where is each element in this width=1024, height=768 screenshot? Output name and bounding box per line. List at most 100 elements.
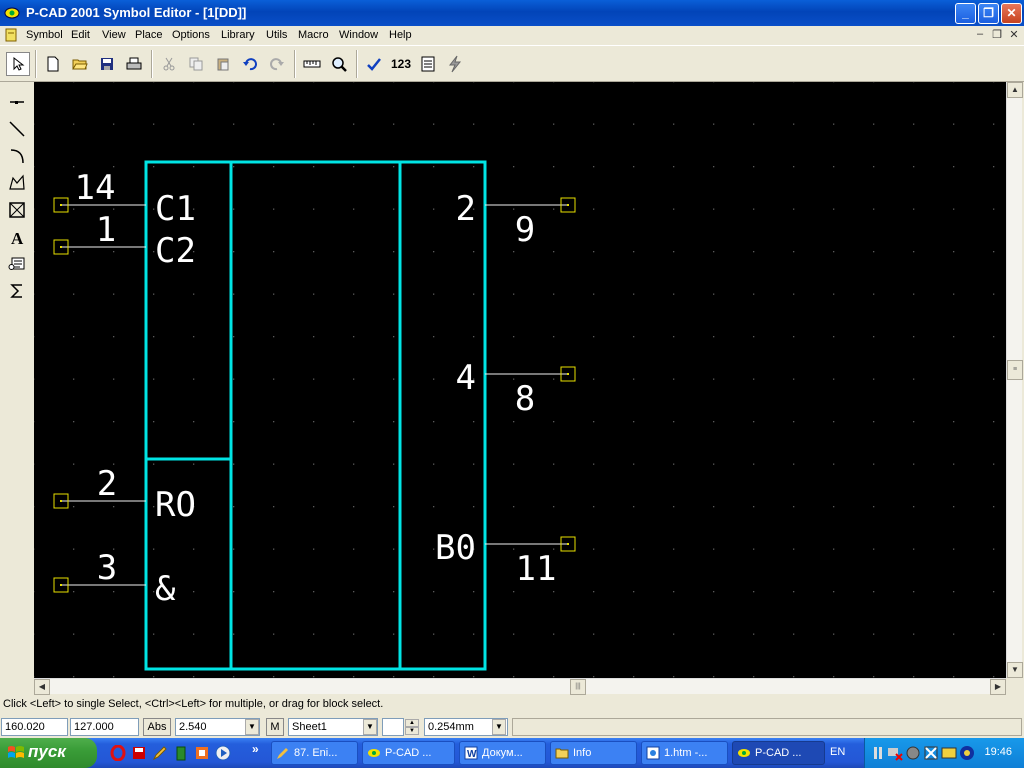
symbol-drawing: 14 1 2 3 C1 C2 RO & 2 4 B0 9 8 11 [34, 82, 1006, 678]
pin-label-ro: RO [155, 485, 196, 525]
pin-label-b0: B0 [435, 528, 476, 568]
minimize-button[interactable]: _ [955, 3, 976, 24]
scroll-up-icon[interactable]: ▲ [1007, 82, 1023, 98]
menu-edit[interactable]: Edit [71, 29, 90, 41]
measure-ruler-icon[interactable] [300, 52, 324, 76]
horizontal-scrollbar[interactable]: ◀ ||| ▶ [34, 678, 1006, 695]
menu-view[interactable]: View [102, 29, 126, 41]
place-arc-icon[interactable] [5, 144, 29, 168]
doc-minimize-button[interactable]: – [972, 28, 988, 42]
volume-icon[interactable] [905, 745, 921, 761]
menu-help[interactable]: Help [389, 29, 412, 41]
media-player-icon[interactable] [215, 745, 231, 761]
spin-down-icon[interactable]: ▼ [405, 727, 419, 735]
pin-numbers-button[interactable]: 123 [389, 52, 413, 76]
undo-icon[interactable] [238, 52, 262, 76]
print-icon[interactable] [122, 52, 146, 76]
place-line-icon[interactable] [5, 117, 29, 141]
menu-utils[interactable]: Utils [266, 29, 287, 41]
task-button-6-active[interactable]: P-CAD ... [732, 741, 825, 765]
language-indicator[interactable]: EN [830, 746, 845, 758]
place-polygon-icon[interactable] [5, 171, 29, 195]
menu-library[interactable]: Library [221, 29, 255, 41]
line-width-dropdown-arrow-icon[interactable]: ▼ [492, 719, 506, 735]
menu-place[interactable]: Place [135, 29, 163, 41]
horizontal-scroll-thumb[interactable]: ||| [570, 679, 586, 695]
place-attribute-icon[interactable] [5, 252, 29, 276]
new-file-icon[interactable] [41, 52, 65, 76]
paste-icon[interactable] [211, 52, 235, 76]
save-icon[interactable] [95, 52, 119, 76]
pin-number-8: 8 [515, 379, 535, 419]
drawing-canvas[interactable]: 14 1 2 3 C1 C2 RO & 2 4 B0 9 8 11 [34, 82, 1006, 678]
tray-app-icon-1[interactable] [923, 745, 939, 761]
pin-label-and: & [155, 569, 176, 609]
spin-up-icon[interactable]: ▲ [405, 719, 419, 727]
task-button-5[interactable]: 1.htm -... [641, 741, 728, 765]
restore-button[interactable]: ❐ [978, 3, 999, 24]
place-pin-icon[interactable] [5, 90, 29, 114]
menu-options[interactable]: Options [172, 29, 210, 41]
scroll-right-icon[interactable]: ▶ [990, 679, 1006, 695]
zoom-icon[interactable] [327, 52, 351, 76]
task-button-4[interactable]: Info [550, 741, 637, 765]
quicklaunch-more-icon[interactable]: » [252, 742, 259, 756]
layer-color-field[interactable] [382, 718, 404, 736]
place-field-icon[interactable] [5, 198, 29, 222]
vertical-scroll-thumb[interactable]: ≡ [1007, 360, 1023, 380]
place-text-icon[interactable]: A [5, 225, 29, 249]
windows-taskbar: пуск » 87. Eni... P-CAD ... W Докум... I… [0, 738, 1024, 768]
pin-number-1: 1 [96, 210, 116, 250]
cut-icon[interactable] [157, 52, 181, 76]
pin-label-c2: C2 [155, 231, 196, 271]
task-button-3[interactable]: W Докум... [459, 741, 546, 765]
task-button-1[interactable]: 87. Eni... [271, 741, 358, 765]
copy-icon[interactable] [184, 52, 208, 76]
battery-icon[interactable] [173, 745, 189, 761]
menu-window[interactable]: Window [339, 29, 378, 41]
menu-macro[interactable]: Macro [298, 29, 329, 41]
pin-label-c1: C1 [155, 189, 196, 229]
pin-label-4: 4 [456, 358, 476, 398]
pin-label-2: 2 [456, 189, 476, 229]
tray-app-icon-2[interactable] [941, 745, 957, 761]
pencil-icon[interactable] [152, 745, 168, 761]
lightning-icon[interactable] [443, 52, 467, 76]
x-coordinate-field[interactable]: 160.020 [1, 718, 68, 736]
metric-toggle-button[interactable]: M [266, 718, 284, 736]
scroll-left-icon[interactable]: ◀ [34, 679, 50, 695]
menu-bar: Symbol Edit View Place Options Library U… [0, 26, 1024, 45]
menu-symbol[interactable]: Symbol [26, 29, 63, 41]
task-button-2[interactable]: P-CAD ... [362, 741, 455, 765]
folder-icon [555, 748, 569, 759]
select-arrow-icon[interactable] [6, 52, 30, 76]
windows-flag-icon [8, 746, 24, 758]
close-button[interactable]: ✕ [1001, 3, 1022, 24]
network-error-icon[interactable] [887, 745, 903, 761]
opera-icon[interactable] [110, 745, 126, 761]
pin-number-2: 2 [97, 464, 117, 504]
absolute-toggle-button[interactable]: Abs [143, 718, 171, 736]
sheet-dropdown-arrow-icon[interactable]: ▼ [363, 719, 377, 735]
network-icon[interactable] [873, 745, 883, 761]
pcad-active-task-icon [738, 749, 750, 757]
pin-list-icon[interactable] [416, 52, 440, 76]
pin-number-11: 11 [516, 549, 557, 589]
open-folder-icon[interactable] [68, 52, 92, 76]
tray-app-icon-3[interactable] [959, 745, 975, 761]
y-coordinate-field[interactable]: 127.000 [70, 718, 139, 736]
grid-dropdown-arrow-icon[interactable]: ▼ [245, 719, 259, 735]
vertical-scrollbar[interactable]: ▲ ≡ ▼ [1006, 82, 1023, 678]
save-quicklaunch-icon[interactable] [131, 745, 147, 761]
office-icon[interactable] [194, 745, 210, 761]
pencil-task-icon [277, 748, 288, 759]
pin-number-14: 14 [75, 168, 116, 208]
start-button[interactable]: пуск [0, 738, 97, 768]
redo-icon[interactable] [265, 52, 289, 76]
doc-restore-button[interactable]: ❐ [989, 28, 1005, 42]
validate-check-icon[interactable] [362, 52, 386, 76]
svg-text:A: A [11, 229, 24, 246]
doc-close-button[interactable]: ✕ [1006, 28, 1022, 42]
place-ieee-symbol-icon[interactable] [5, 279, 29, 303]
scroll-down-icon[interactable]: ▼ [1007, 662, 1023, 678]
